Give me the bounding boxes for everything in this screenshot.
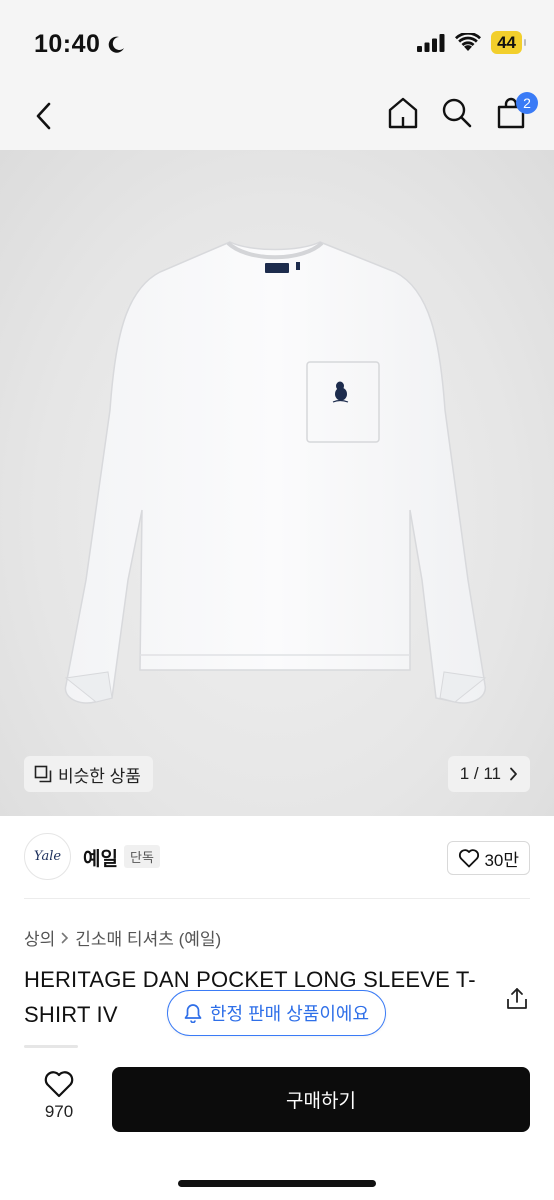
search-button[interactable] <box>440 94 474 132</box>
chevron-right-icon <box>61 932 69 943</box>
share-icon <box>507 988 527 1009</box>
brand-like-count: 30만 <box>484 850 519 870</box>
home-icon <box>388 97 418 129</box>
similar-icon <box>34 765 52 783</box>
image-pager-text: 1 / 11 <box>459 764 501 783</box>
cart-count-badge: 2 <box>516 92 538 114</box>
time-text: 10:40 <box>34 30 101 58</box>
back-button[interactable] <box>28 96 58 136</box>
top-nav: 2 <box>0 84 554 150</box>
buy-button-label: 구매하기 <box>286 1091 356 1112</box>
bottom-action-bar: 970 구매하기 <box>0 1058 554 1200</box>
brand-row: Yale 예일 단독 30만 <box>0 828 554 886</box>
brand-name[interactable]: 예일 <box>83 844 118 871</box>
brand-logo-text: Yale <box>33 849 62 864</box>
brand-logo[interactable]: Yale <box>24 833 71 880</box>
home-indicator <box>178 1180 376 1187</box>
breadcrumb-category[interactable]: 상의 <box>24 925 55 950</box>
exclusive-badge: 단독 <box>124 845 160 868</box>
heart-icon <box>459 849 480 868</box>
product-like-count: 970 <box>44 1102 74 1121</box>
status-time: 10:40 <box>34 30 126 59</box>
nav-actions: 2 <box>386 92 538 132</box>
image-pager-button[interactable]: 1 / 11 <box>447 756 530 792</box>
moon-icon <box>109 36 125 53</box>
status-bar: 10:40 44 <box>0 0 554 84</box>
divider <box>24 898 530 899</box>
home-button[interactable] <box>386 94 420 132</box>
price-placeholder-line <box>24 1045 78 1048</box>
similar-products-label: 비슷한 상품 <box>58 766 141 786</box>
heart-icon <box>44 1071 74 1098</box>
breadcrumb: 상의 긴소매 티셔츠 (예일) <box>24 925 221 950</box>
bell-icon <box>184 1004 202 1023</box>
wifi-icon <box>455 33 482 51</box>
search-icon <box>442 98 472 128</box>
brand-like-button[interactable]: 30만 <box>447 841 530 875</box>
product-image <box>64 241 487 704</box>
signal-icon <box>417 33 445 52</box>
breadcrumb-subcategory[interactable]: 긴소매 티셔츠 (예일) <box>75 925 221 950</box>
product-like-button[interactable]: 970 <box>24 1070 94 1122</box>
battery-indicator: 44 <box>491 31 526 54</box>
chevron-right-icon <box>510 767 517 781</box>
status-icons: 44 <box>417 31 526 54</box>
limited-sale-label: 한정 판매 상품이에요 <box>210 1004 370 1024</box>
back-icon <box>36 102 51 130</box>
limited-sale-toast: 한정 판매 상품이에요 <box>167 990 387 1036</box>
share-button[interactable] <box>504 986 530 1012</box>
product-image-carousel[interactable]: 비슷한 상품 1 / 11 <box>0 150 554 816</box>
buy-button[interactable]: 구매하기 <box>112 1067 530 1132</box>
similar-products-button[interactable]: 비슷한 상품 <box>24 756 153 792</box>
cart-button[interactable]: 2 <box>494 92 538 132</box>
